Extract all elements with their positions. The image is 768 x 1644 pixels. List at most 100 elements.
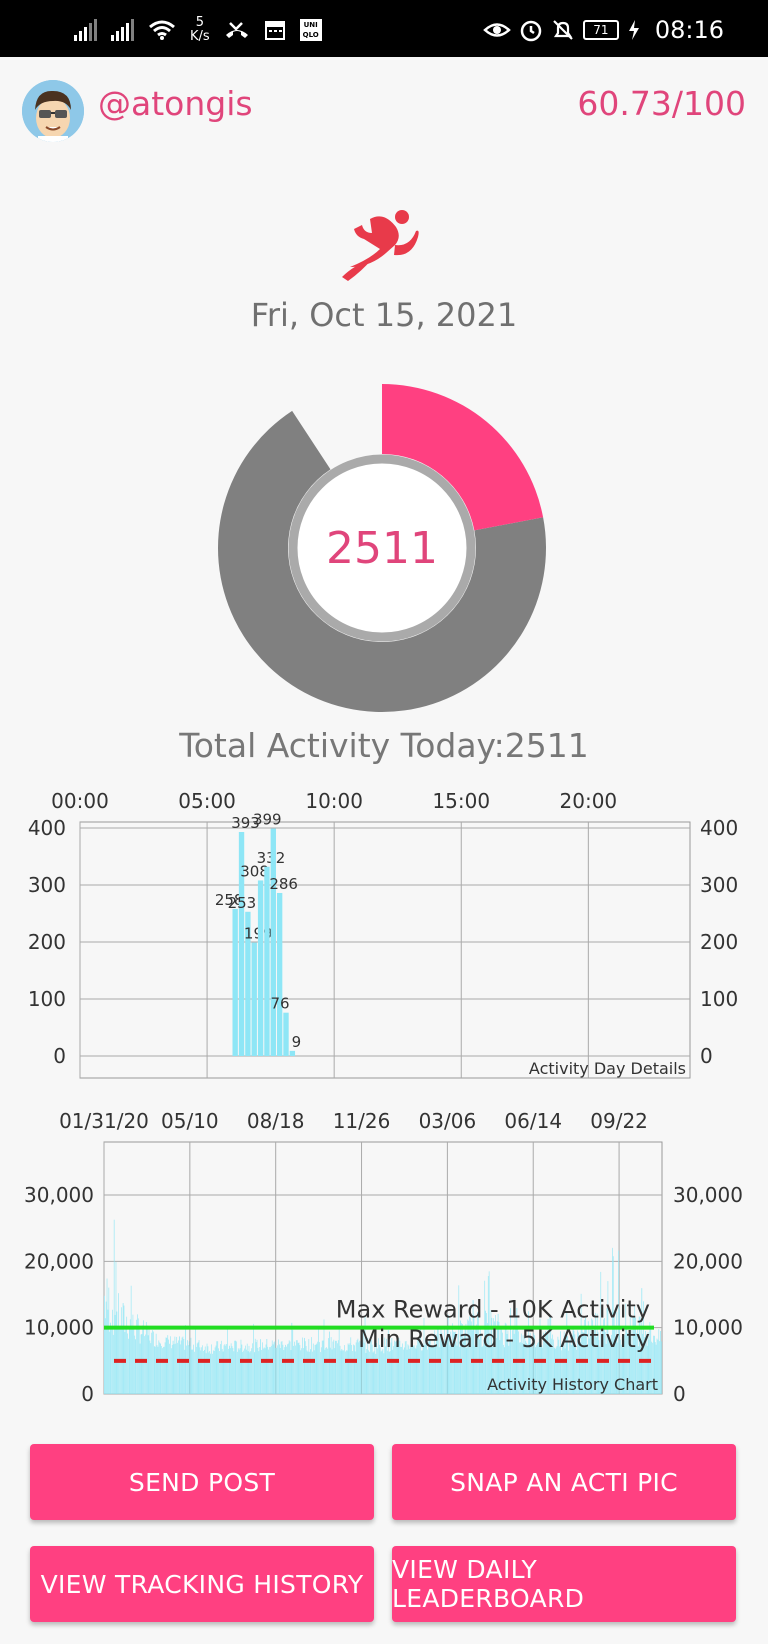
history-bar xyxy=(238,1349,240,1394)
history-bar xyxy=(204,1346,206,1394)
x-tick: 06/14 xyxy=(504,1109,562,1133)
history-bar xyxy=(130,1285,132,1394)
history-bar xyxy=(161,1345,162,1394)
history-bar xyxy=(287,1343,289,1394)
history-bar xyxy=(403,1347,405,1394)
history-bar xyxy=(253,1323,254,1394)
history-bar xyxy=(659,1341,661,1394)
history-bar xyxy=(316,1343,318,1394)
history-bar xyxy=(222,1351,224,1394)
history-bar xyxy=(220,1340,222,1394)
history-bar xyxy=(262,1348,264,1394)
history-bar xyxy=(137,1318,139,1394)
history-bar xyxy=(285,1344,286,1394)
history-bar xyxy=(202,1345,203,1394)
history-bar xyxy=(409,1348,411,1394)
date-label: Fri, Oct 15, 2021 xyxy=(250,296,518,334)
history-bar xyxy=(211,1344,212,1394)
signal-strength-icon xyxy=(74,19,97,41)
history-bar xyxy=(167,1335,169,1394)
history-bar xyxy=(243,1350,244,1394)
history-bar xyxy=(145,1334,146,1394)
history-bar xyxy=(188,1341,190,1394)
history-bar xyxy=(389,1351,391,1394)
history-bar xyxy=(195,1327,196,1394)
y-tick-right: 0 xyxy=(700,1044,713,1068)
history-bar xyxy=(190,1337,192,1394)
view-tracking-history-button[interactable]: VIEW TRACKING HISTORY xyxy=(30,1546,374,1622)
history-bar xyxy=(352,1351,353,1394)
history-bar xyxy=(242,1352,244,1394)
history-bar xyxy=(163,1346,165,1394)
history-bar xyxy=(284,1347,286,1394)
history-bar xyxy=(217,1341,219,1394)
history-bar xyxy=(373,1351,375,1394)
avatar[interactable] xyxy=(22,80,84,142)
history-bar xyxy=(107,1309,109,1394)
history-bar xyxy=(368,1350,369,1394)
history-bar xyxy=(234,1340,236,1394)
history-bar xyxy=(149,1340,151,1394)
history-bar xyxy=(198,1340,200,1394)
history-bar xyxy=(337,1340,339,1394)
history-bar xyxy=(235,1340,236,1394)
x-tick: 10:00 xyxy=(305,789,363,813)
history-bar xyxy=(327,1348,328,1394)
history-bar xyxy=(135,1339,136,1394)
history-bar xyxy=(267,1346,269,1394)
view-daily-leaderboard-button[interactable]: VIEW DAILY LEADERBOARD xyxy=(392,1546,736,1622)
y-tick-left: 300 xyxy=(28,873,66,897)
history-bar xyxy=(112,1334,114,1394)
avatar-image xyxy=(22,80,84,142)
y-tick-right: 200 xyxy=(700,930,738,954)
history-bar xyxy=(481,1347,483,1394)
history-bar xyxy=(232,1348,234,1394)
history-bar xyxy=(330,1337,332,1394)
x-tick: 03/06 xyxy=(419,1109,477,1133)
history-bar xyxy=(340,1350,342,1394)
history-bar xyxy=(148,1328,150,1394)
history-bar xyxy=(297,1343,299,1394)
history-bar xyxy=(274,1341,276,1394)
history-bar xyxy=(183,1339,185,1394)
history-bar xyxy=(306,1350,308,1394)
snap-acti-pic-button[interactable]: SNAP AN ACTI PIC xyxy=(392,1444,736,1520)
history-bar xyxy=(237,1348,239,1394)
history-bar xyxy=(355,1342,357,1394)
history-bar xyxy=(156,1345,158,1394)
history-bar xyxy=(152,1330,153,1394)
history-bar xyxy=(307,1351,309,1394)
history-bar xyxy=(291,1322,293,1394)
history-bar xyxy=(282,1344,284,1394)
history-bar xyxy=(153,1331,154,1394)
y-tick-left: 0 xyxy=(53,1044,66,1068)
history-bar xyxy=(273,1342,275,1394)
history-bar xyxy=(239,1348,241,1394)
history-bar xyxy=(283,1350,285,1394)
history-bar xyxy=(350,1337,352,1394)
y-tick-right: 20,000 xyxy=(673,1249,743,1273)
history-bar xyxy=(187,1345,189,1394)
history-bar xyxy=(219,1351,220,1394)
history-bar xyxy=(312,1343,314,1394)
history-bar xyxy=(366,1349,368,1394)
history-bar xyxy=(304,1341,306,1394)
history-bar xyxy=(263,1347,265,1394)
username[interactable]: @atongis xyxy=(98,84,253,123)
history-bar xyxy=(231,1346,233,1394)
history-bar xyxy=(177,1342,178,1394)
history-bar xyxy=(172,1340,174,1394)
history-bar xyxy=(236,1341,237,1394)
history-bar xyxy=(168,1339,169,1394)
history-bar xyxy=(262,1342,263,1394)
bar-label: 253 xyxy=(228,894,257,912)
history-bar xyxy=(278,1344,280,1394)
y-tick-left: 200 xyxy=(28,930,66,954)
history-bar xyxy=(214,1347,216,1394)
history-bar xyxy=(128,1338,129,1394)
history-bar xyxy=(456,1345,458,1394)
history-bar xyxy=(412,1345,414,1394)
history-bar xyxy=(155,1333,157,1394)
send-post-button[interactable]: SEND POST xyxy=(30,1444,374,1520)
history-bar xyxy=(393,1346,394,1394)
